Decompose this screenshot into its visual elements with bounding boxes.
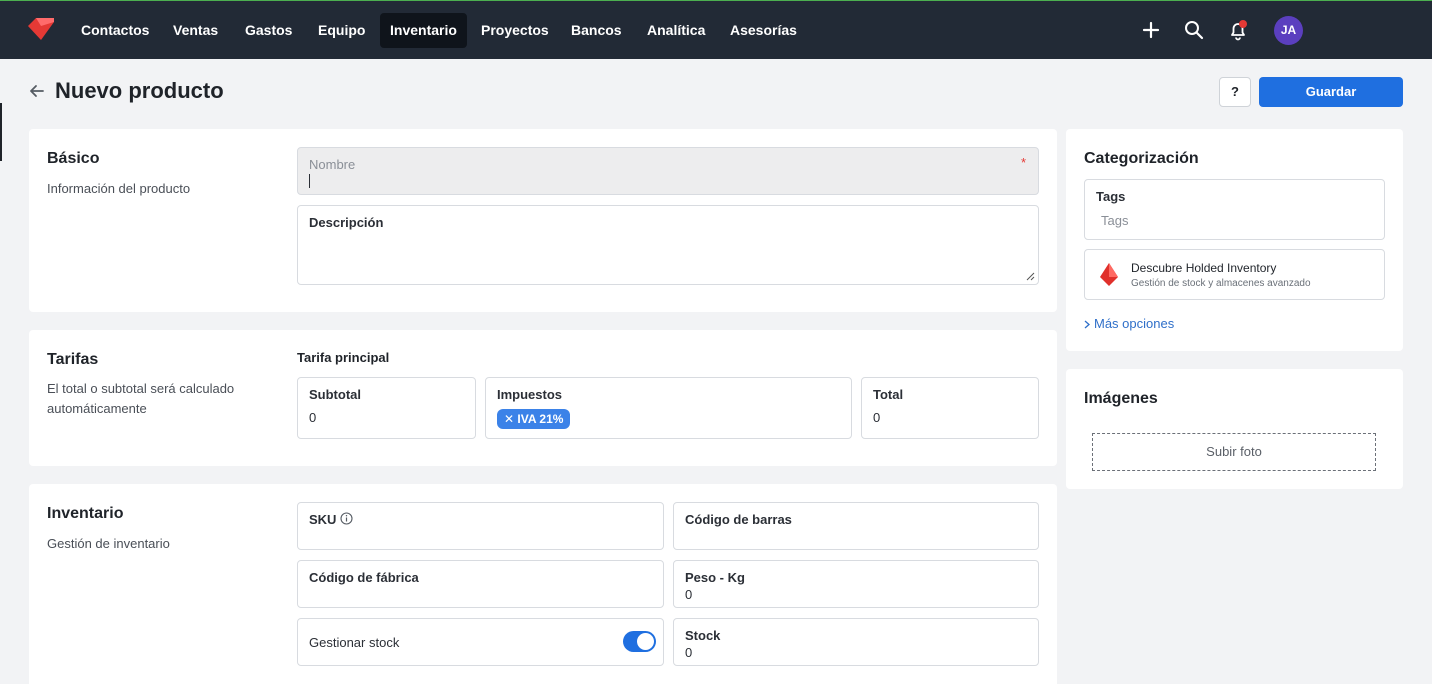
more-options-link[interactable]: Más opciones: [1083, 316, 1174, 331]
stock-field[interactable]: Stock 0: [673, 618, 1039, 666]
total-label: Total: [873, 387, 904, 402]
nav-item-gastos[interactable]: Gastos: [235, 13, 302, 48]
impuestos-label: Impuestos: [497, 387, 563, 402]
sku-label: SKU: [309, 512, 337, 527]
subtotal-field[interactable]: Subtotal 0: [297, 377, 476, 439]
impuestos-field[interactable]: Impuestos ✕ IVA 21%: [485, 377, 852, 439]
manage-stock-label: Gestionar stock: [309, 635, 400, 650]
tax-tag-iva[interactable]: ✕ IVA 21%: [497, 409, 571, 429]
manage-stock-toggle[interactable]: [623, 631, 656, 652]
stock-value: 0: [685, 645, 693, 660]
window-edge-marker: [0, 103, 2, 161]
nav-item-bancos[interactable]: Bancos: [561, 13, 632, 48]
factory-code-label: Código de fábrica: [309, 570, 419, 585]
nav-item-proyectos[interactable]: Proyectos: [471, 13, 559, 48]
tags-placeholder: Tags: [1101, 213, 1129, 228]
nav-item-inventario[interactable]: Inventario: [380, 13, 467, 48]
top-navbar: Contactos Ventas Gastos Equipo Inventari…: [0, 0, 1432, 59]
tarifa-principal-label: Tarifa principal: [297, 350, 390, 365]
sku-field[interactable]: SKU: [297, 502, 664, 550]
page-title: Nuevo producto: [55, 78, 224, 103]
resize-handle-icon[interactable]: [1026, 272, 1035, 281]
descripcion-field[interactable]: Descripción: [297, 205, 1039, 285]
imagenes-title: Imágenes: [1084, 390, 1158, 407]
info-icon[interactable]: [340, 512, 353, 525]
tarifas-desc: El total o subtotal será calculado autom…: [47, 381, 235, 416]
barcode-label: Código de barras: [685, 512, 792, 527]
help-button[interactable]: ?: [1219, 77, 1251, 107]
save-button[interactable]: Guardar: [1259, 77, 1403, 107]
weight-label: Peso - Kg: [685, 570, 745, 585]
stock-label: Stock: [685, 628, 721, 643]
weight-field[interactable]: Peso - Kg 0: [673, 560, 1039, 608]
total-field[interactable]: Total 0: [861, 377, 1039, 439]
holded-inventory-promo[interactable]: Descubre Holded Inventory Gestión de sto…: [1084, 249, 1385, 300]
factory-code-field[interactable]: Código de fábrica: [297, 560, 664, 608]
nav-item-ventas[interactable]: Ventas: [163, 13, 228, 48]
search-icon[interactable]: [1183, 19, 1205, 41]
holded-inventory-icon: [1100, 263, 1118, 286]
weight-value: 0: [685, 587, 693, 602]
inventario-desc: Gestión de inventario: [47, 536, 170, 551]
categorizacion-title: Categorización: [1084, 150, 1199, 167]
categorizacion-card: Categorización Tags Tags Descubre Holded…: [1066, 129, 1403, 351]
subtotal-label: Subtotal: [309, 387, 361, 402]
text-cursor: [309, 174, 310, 188]
total-value: 0: [873, 410, 881, 425]
tags-field[interactable]: Tags Tags: [1084, 179, 1385, 240]
nombre-placeholder: Nombre: [309, 157, 356, 172]
plus-icon[interactable]: [1140, 19, 1162, 41]
subtotal-value: 0: [309, 410, 317, 425]
descripcion-label: Descripción: [309, 215, 384, 230]
promo-title: Descubre Holded Inventory: [1131, 261, 1277, 275]
holded-logo-icon[interactable]: [28, 18, 54, 40]
tags-label: Tags: [1096, 189, 1126, 204]
barcode-field[interactable]: Código de barras: [673, 502, 1039, 550]
promo-subtitle: Gestión de stock y almacenes avanzado: [1131, 278, 1311, 289]
chevron-right-icon: [1084, 320, 1090, 329]
nombre-field[interactable]: Nombre *: [297, 147, 1039, 195]
nav-item-asesorias[interactable]: Asesorías: [720, 13, 807, 48]
manage-stock-field: Gestionar stock: [297, 618, 664, 666]
imagenes-card: Imágenes Subir foto: [1066, 369, 1403, 489]
inventario-card: Inventario Gestión de inventario SKU Cód…: [29, 484, 1057, 684]
required-mark: *: [1020, 155, 1026, 170]
basico-title: Básico: [47, 150, 100, 167]
nav-item-equipo[interactable]: Equipo: [308, 13, 375, 48]
basico-card: Básico Información del producto Nombre *…: [29, 129, 1057, 312]
upload-photo-button[interactable]: Subir foto: [1092, 433, 1376, 471]
back-arrow-icon[interactable]: [28, 82, 46, 100]
nav-item-contactos[interactable]: Contactos: [71, 13, 159, 48]
basico-desc: Información del producto: [47, 181, 191, 196]
avatar[interactable]: JA: [1274, 16, 1303, 45]
more-options-label: Más opciones: [1094, 316, 1175, 331]
inventario-title: Inventario: [47, 505, 124, 522]
nav-item-analitica[interactable]: Analítica: [637, 13, 715, 48]
tarifas-card: Tarifas El total o subtotal será calcula…: [29, 330, 1057, 466]
notification-dot: [1239, 20, 1247, 28]
tarifas-title: Tarifas: [47, 351, 99, 368]
